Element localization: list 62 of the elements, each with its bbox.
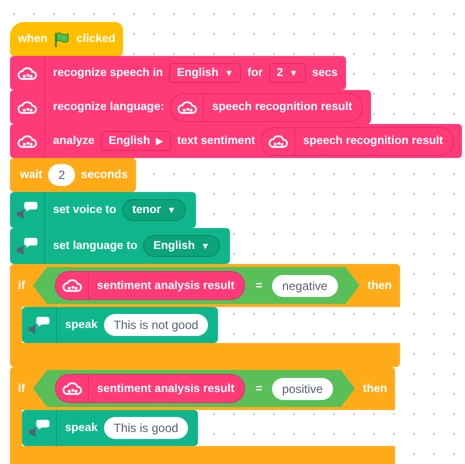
cloud-icon xyxy=(17,134,37,148)
control-block[interactable]: wait 2 seconds xyxy=(10,158,136,192)
equals-sign: = xyxy=(255,382,262,394)
block-label: set language to xyxy=(53,240,138,252)
block-label: recognize language: xyxy=(53,101,164,113)
ai-block[interactable]: analyze English ▶ text sentiment speech recognition result xyxy=(10,124,462,158)
reporter-label: speech recognition result xyxy=(303,135,444,147)
block-label: then xyxy=(362,382,388,394)
reporter-label: sentiment analysis result xyxy=(97,280,234,292)
block-label: speak xyxy=(65,422,98,434)
cloud-icon xyxy=(62,278,82,293)
cloud-icon xyxy=(268,134,288,148)
dropdown[interactable]: tenor ▼ xyxy=(122,199,186,221)
dropdown[interactable]: English ▼ xyxy=(168,63,242,83)
condition-block[interactable]: sentiment analysis result = positive xyxy=(33,370,355,407)
reporter-label: sentiment analysis result xyxy=(97,382,234,394)
speaker-bubble-icon xyxy=(28,315,50,335)
block-label: recognize speech in xyxy=(53,67,163,79)
block-label: clicked xyxy=(76,33,116,45)
block-label: seconds xyxy=(81,169,128,181)
block-label: secs xyxy=(312,67,338,79)
block-label: if xyxy=(18,280,26,292)
block-label: speak xyxy=(65,319,98,331)
dropdown[interactable]: English ▼ xyxy=(143,235,220,257)
ai-block[interactable]: recognize language: speech recognition result xyxy=(10,90,372,124)
block-label: analyze xyxy=(53,135,95,147)
block-label: wait xyxy=(20,169,42,181)
block-label: text sentiment xyxy=(177,135,256,147)
block-label: when xyxy=(18,33,48,45)
reporter-block[interactable]: sentiment analysis result xyxy=(55,374,246,403)
dropdown[interactable]: English ▶ xyxy=(100,131,172,151)
flag-icon xyxy=(53,30,70,48)
reporter-block[interactable]: speech recognition result xyxy=(170,92,364,122)
if-block[interactable]: if sentiment analysis result = negative then speak This is not good xyxy=(10,264,400,367)
voice-block[interactable]: speak This is good xyxy=(22,410,198,446)
value-field[interactable]: 2 xyxy=(48,164,76,186)
block-label: set voice to xyxy=(53,204,116,216)
if-block[interactable]: if sentiment analysis result = positive then speak This is good xyxy=(10,367,396,464)
dropdown[interactable]: 2 ▼ xyxy=(268,63,306,83)
block-label: then xyxy=(368,280,392,292)
speaker-bubble-icon xyxy=(28,418,50,438)
ai-block[interactable]: recognize speech in English ▼ for 2 ▼ secs xyxy=(10,56,346,90)
voice-block[interactable]: set voice to tenor ▼ xyxy=(10,192,196,228)
speaker-bubble-icon xyxy=(16,236,38,256)
voice-block[interactable]: set language to English ▼ xyxy=(10,228,230,264)
reporter-block[interactable]: speech recognition result xyxy=(261,126,454,156)
block-label: for xyxy=(247,67,263,79)
equals-sign: = xyxy=(255,280,262,292)
value-field[interactable]: negative xyxy=(272,274,338,296)
voice-block[interactable]: speak This is not good xyxy=(22,307,218,343)
reporter-label: speech recognition result xyxy=(212,101,352,113)
cloud-icon xyxy=(17,66,37,80)
cloud-icon xyxy=(17,100,37,114)
value-field[interactable]: positive xyxy=(272,378,333,400)
cloud-icon xyxy=(177,100,198,114)
value-field[interactable]: This is not good xyxy=(104,314,208,336)
speaker-bubble-icon xyxy=(16,200,38,220)
value-field[interactable]: This is good xyxy=(104,417,188,439)
cloud-icon xyxy=(62,381,82,396)
block-label: if xyxy=(18,382,26,394)
condition-block[interactable]: sentiment analysis result = negative xyxy=(33,267,360,304)
reporter-block[interactable]: sentiment analysis result xyxy=(55,271,246,300)
